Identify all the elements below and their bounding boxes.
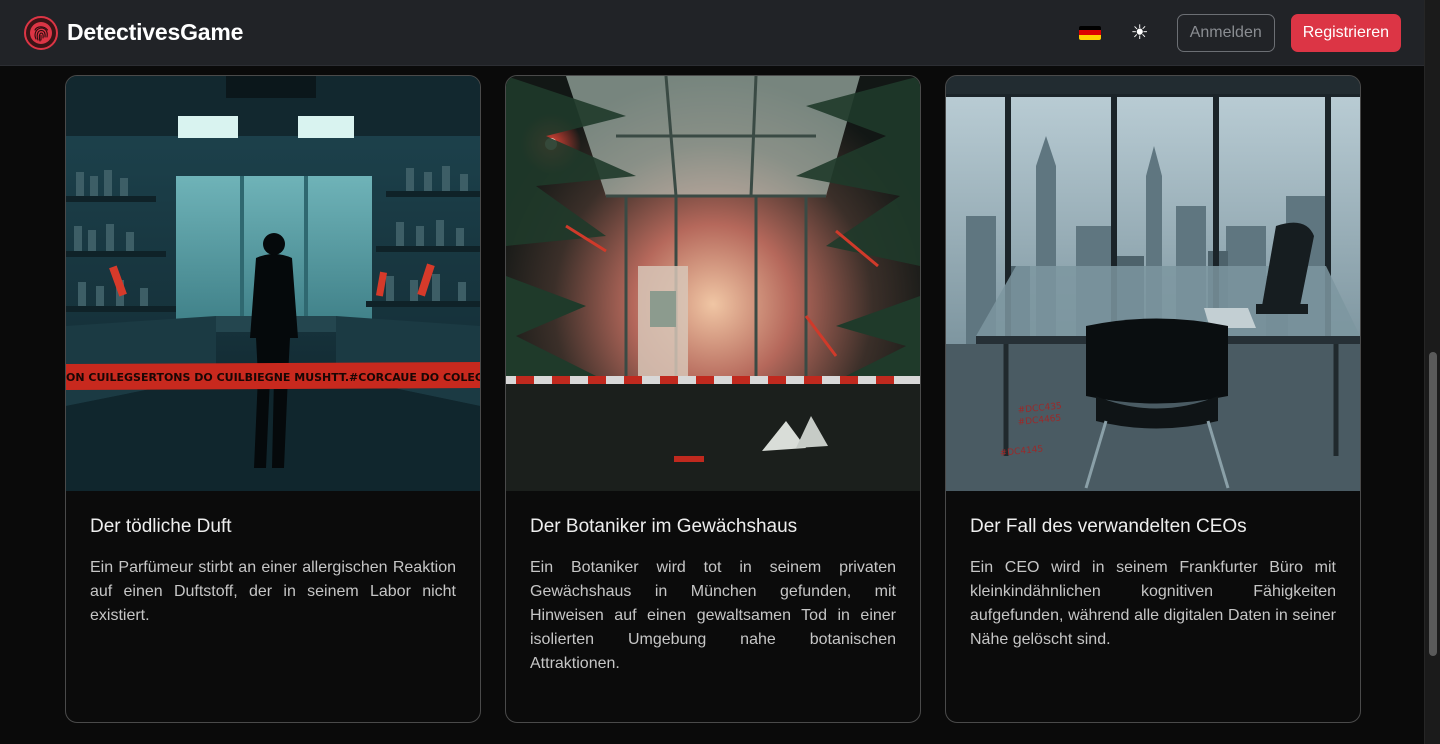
case-title: Der Fall des verwandelten CEOs [970, 516, 1247, 537]
register-button[interactable]: Registrieren [1290, 13, 1401, 52]
case-title: Der Botaniker im Gewächshaus [530, 516, 798, 537]
card-body: Der tödliche Duft Ein Parfümeur stirbt a… [66, 491, 480, 628]
case-title: Der tödliche Duft [90, 516, 232, 537]
language-switcher[interactable] [1077, 13, 1103, 53]
greenhouse-crime-scene-illustration [506, 76, 920, 491]
card-body: Der Botaniker im Gewächshaus Ein Botanik… [506, 491, 920, 676]
brand-link[interactable]: DetectivesGame [24, 15, 244, 50]
case-description: Ein Botaniker wird tot in seinem private… [530, 559, 896, 672]
case-card[interactable]: #DCC435 #DC4465 #DC4145 Der Fall des ver… [945, 75, 1361, 723]
card-body: Der Fall des verwandelten CEOs Ein CEO w… [946, 491, 1360, 652]
flag-de-icon [1078, 25, 1101, 40]
sun-icon: ☀ [1130, 22, 1149, 44]
case-card[interactable]: ON CUILEGSERTONS DO CUILBIEGNE MUSHTT.#C… [65, 75, 481, 723]
case-description: Ein Parfümeur stirbt an einer allergisch… [90, 559, 456, 624]
case-description: Ein CEO wird in seinem Frankfurter Büro … [970, 559, 1336, 648]
login-button[interactable]: Anmelden [1176, 13, 1275, 52]
navbar: DetectivesGame ☀ Anmelden Registrieren [0, 0, 1424, 66]
scrollbar-thumb[interactable] [1429, 352, 1437, 656]
theme-toggle[interactable]: ☀ [1127, 13, 1153, 53]
nav-actions: ☀ Anmelden Registrieren [1077, 13, 1401, 53]
lab-crime-scene-illustration: ON CUILEGSERTONS DO CUILBIEGNE MUSHTT.#C… [66, 76, 480, 491]
fingerprint-icon [24, 15, 58, 50]
office-crime-scene-illustration: #DCC435 #DC4465 #DC4145 [946, 76, 1360, 491]
case-card[interactable]: Der Botaniker im Gewächshaus Ein Botanik… [505, 75, 921, 723]
case-list: ON CUILEGSERTONS DO CUILBIEGNE MUSHTT.#C… [65, 75, 1361, 723]
tape-text: ON CUILEGSERTONS DO CUILBIEGNE MUSHTT.#C… [66, 371, 480, 384]
brand-name: DetectivesGame [67, 19, 244, 45]
page-scrollbar[interactable] [1424, 0, 1440, 744]
